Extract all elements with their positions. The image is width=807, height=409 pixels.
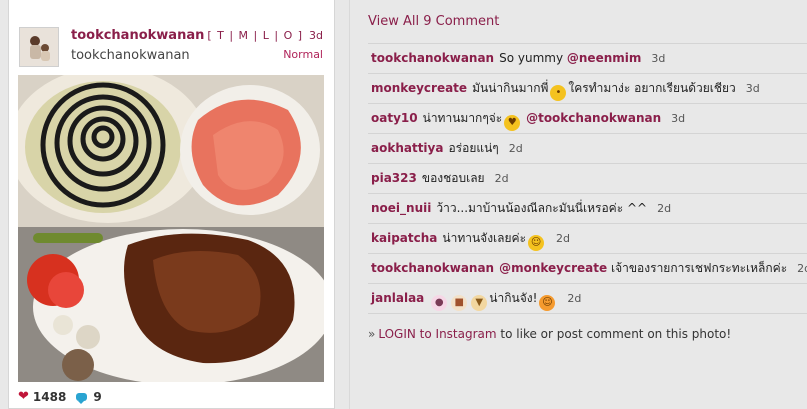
comment-row: janlalaa ● ■ ▼ น่ากินจัง! ☺ 2d [368, 284, 807, 314]
comment-row: monkeycreate มันน่ากินมากพี่ • ใครทำมาง่ะ อ… [368, 74, 807, 104]
comment-text: น่าทานมากๆจ่ะ [422, 111, 503, 125]
comments-list: tookchanokwanan So yummy @neenmim 3d monke… [368, 43, 807, 314]
comment-mention[interactable]: @monkeycreate [499, 261, 607, 275]
post-photo[interactable] [18, 75, 324, 382]
comment-row: tookchanokwanan So yummy @neenmim 3d [368, 44, 807, 74]
login-rest-text: to like or post comment on this photo! [500, 327, 732, 341]
comment-age: 3d [651, 52, 666, 65]
ice-cream-emoji-icon: ● [431, 295, 448, 311]
view-all-comments-link[interactable]: View All 9 Comment [368, 14, 499, 29]
comment-age: 2d [657, 202, 672, 215]
comment-row: oaty10 น่าทานมากๆจ่ะ ♥ @tookchanokwanan 3d [368, 104, 807, 134]
share-links-text[interactable]: [ T | M | L | O ] [207, 29, 303, 42]
comment-bubble-icon[interactable] [76, 392, 88, 404]
login-arrow: » [368, 327, 376, 341]
heart-eyes-emoji-icon: ♥ [504, 115, 521, 131]
comment-user[interactable]: noei_nuii [371, 201, 431, 215]
comment-mention[interactable]: @neenmim [567, 51, 641, 65]
post-card: tookchanokwanan tookchanokwanan [ T | M … [8, 0, 335, 409]
likes-count: 1488 [32, 389, 67, 404]
avatar[interactable] [19, 27, 59, 67]
comment-row: noei_nuii ว้าว...มาบ้านน้องณีลกะมันนี่เหร… [368, 194, 807, 224]
comment-text: อร่อยแน่ๆ [448, 141, 499, 155]
cake-emoji-icon: ■ [451, 295, 468, 311]
comment-text: มันน่ากินมากพี่ [472, 81, 549, 95]
comment-text-continued: ใครทำมาง่ะ อยากเรียนด้วยเชียว [568, 81, 736, 95]
heart-icon[interactable]: ❤ [18, 389, 29, 404]
comment-user[interactable]: tookchanokwanan [371, 51, 494, 65]
comment-text: เจ้าของรายการเชฟกระทะเหล็กค่ะ [610, 261, 788, 275]
post-share-links[interactable]: [ T | M | L | O ] 3d [207, 29, 323, 42]
comment-user[interactable]: janlalaa [371, 291, 424, 305]
comment-row: tookchanokwanan @monkeycreate เจ้าของรายก… [368, 254, 807, 284]
smile-emoji-icon: ☺ [528, 235, 545, 251]
column-divider [349, 0, 350, 409]
post-stats: ❤ 1488 9 [18, 389, 102, 404]
login-prompt: » LOGIN to Instagram to like or post comm… [368, 327, 731, 341]
comment-mention[interactable]: @tookchanokwanan [526, 111, 661, 125]
comment-age: 3d [745, 82, 760, 95]
comment-user[interactable]: tookchanokwanan [371, 261, 494, 275]
post-filter: Normal [283, 48, 323, 61]
flushed-emoji-icon: • [550, 85, 567, 101]
comment-row: kaipatcha น่าทานจังเลยค่ะ ☺ 2d [368, 224, 807, 254]
comment-text: ของชอบเลย [421, 171, 485, 185]
comment-text: ว้าว...มาบ้านน้องณีลกะมันนี่เหรอค่ะ ^^ [436, 201, 648, 215]
comment-text: น่าทานจังเลยค่ะ [442, 231, 527, 245]
login-link[interactable]: LOGIN to Instagram [378, 327, 496, 341]
comment-age: 2d [556, 232, 571, 245]
post-age: 3d [309, 29, 323, 42]
comment-age: 2d [797, 262, 807, 275]
post-full-name: tookchanokwanan [71, 48, 190, 63]
comment-text: So yummy [499, 51, 564, 65]
comments-count: 9 [93, 389, 102, 404]
comment-row: aokhattiya อร่อยแน่ๆ 2d [368, 134, 807, 164]
comment-user[interactable]: oaty10 [371, 111, 418, 125]
comment-user[interactable]: pia323 [371, 171, 417, 185]
comment-user[interactable]: aokhattiya [371, 141, 443, 155]
comment-user[interactable]: monkeycreate [371, 81, 467, 95]
laughing-emoji-icon: ☺ [539, 295, 556, 311]
comment-age: 2d [567, 292, 582, 305]
comment-age: 3d [671, 112, 686, 125]
comment-age: 2d [494, 172, 509, 185]
comment-user[interactable]: kaipatcha [371, 231, 437, 245]
cone-emoji-icon: ▼ [471, 295, 488, 311]
comment-row: pia323 ของชอบเลย 2d [368, 164, 807, 194]
comment-age: 2d [508, 142, 523, 155]
post-username[interactable]: tookchanokwanan [71, 28, 204, 43]
comment-text: น่ากินจัง! [489, 291, 538, 305]
